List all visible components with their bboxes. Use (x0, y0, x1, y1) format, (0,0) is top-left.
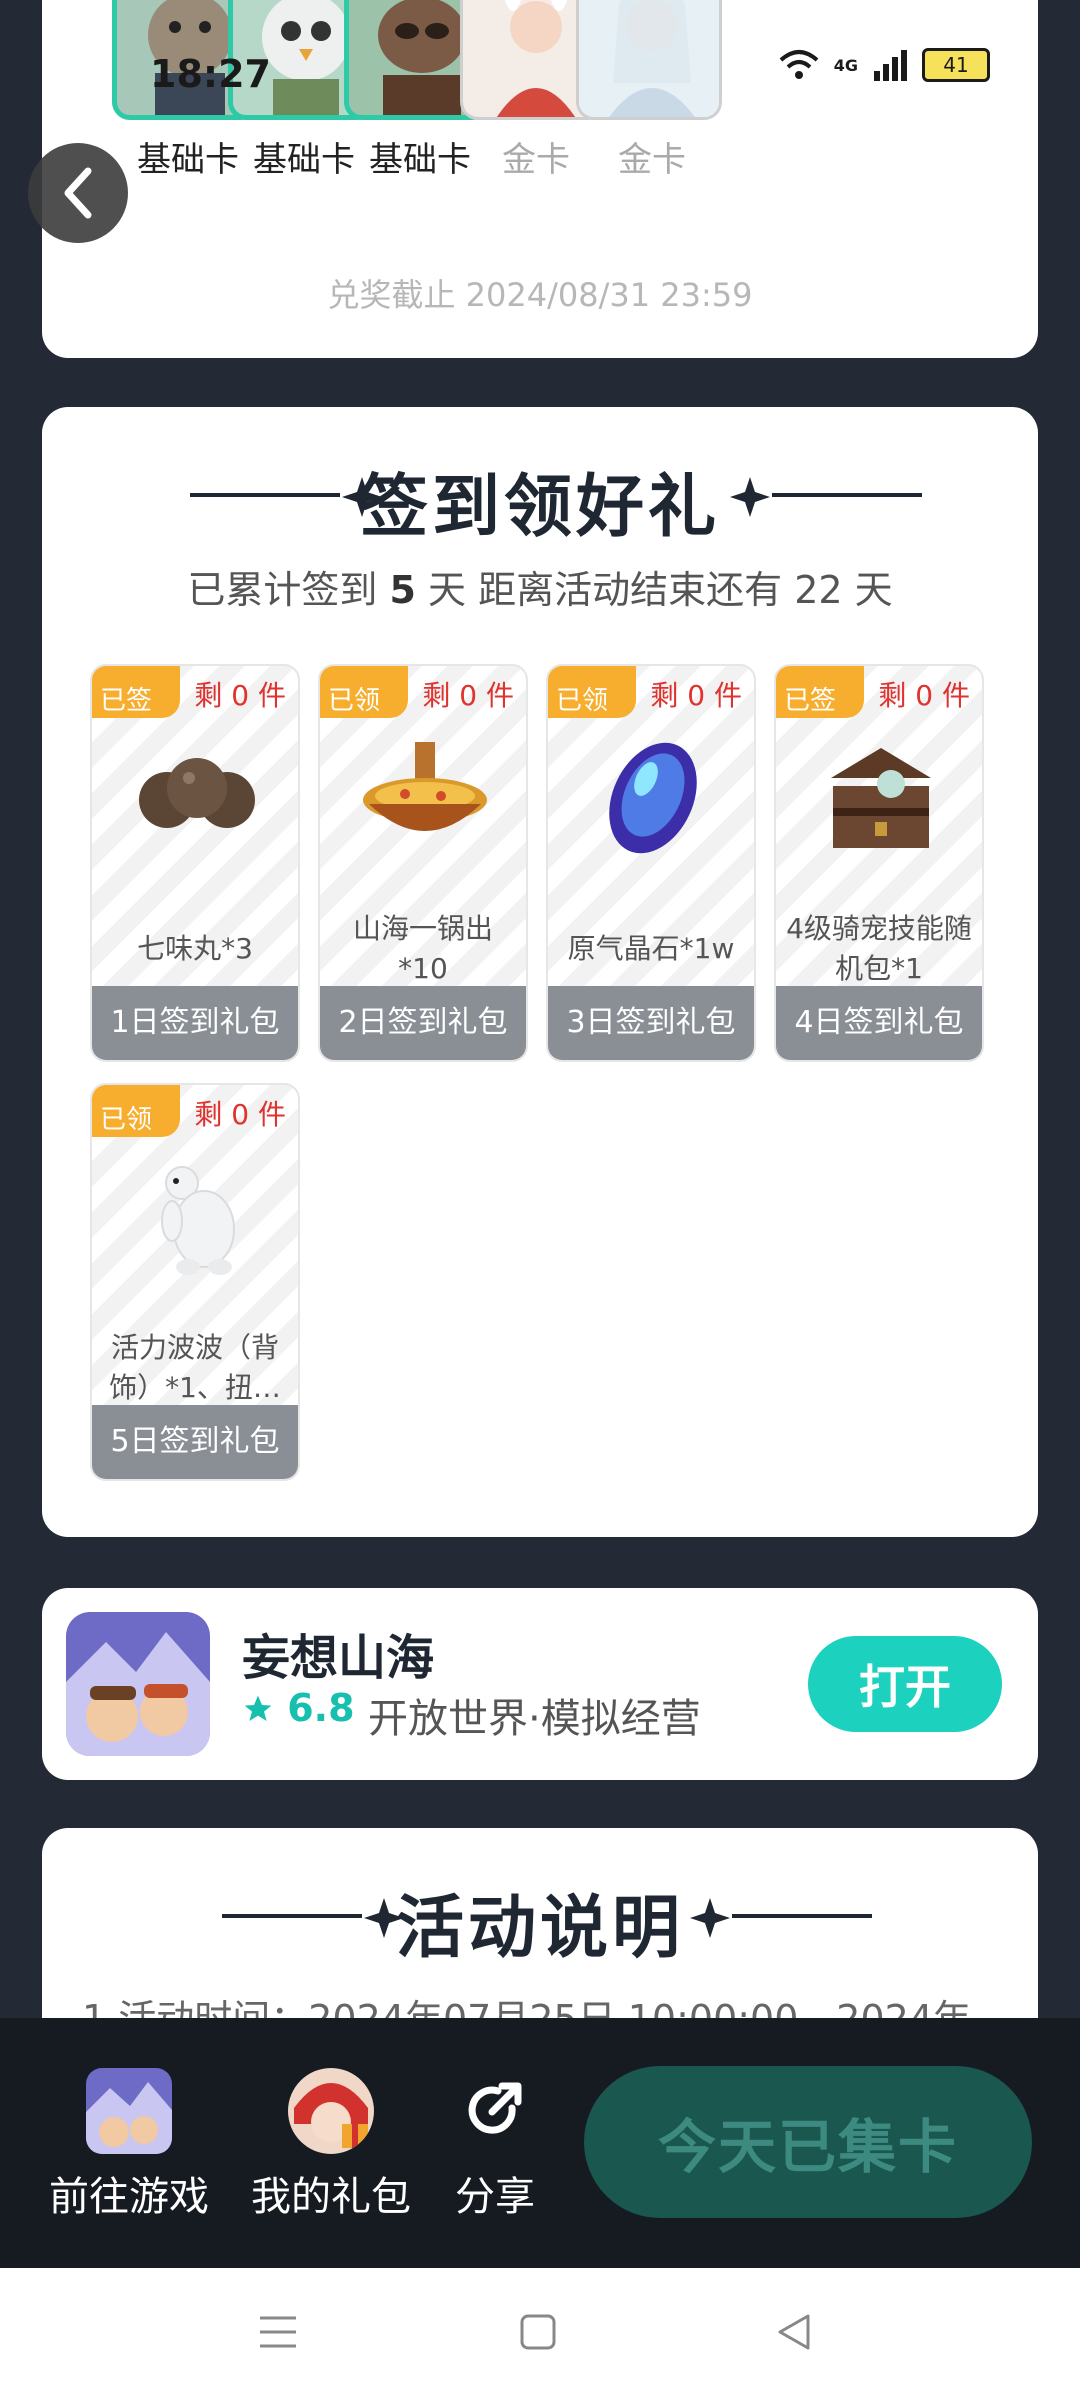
gift-name: 活力波波（背饰）*1、扭… (109, 1331, 281, 1404)
signin-days: 5 (389, 568, 416, 612)
menu-icon[interactable] (258, 2312, 298, 2352)
gift-name: 七味丸*3 (137, 932, 253, 965)
star-icon (244, 1695, 272, 1721)
gift-card-day5[interactable]: 已领 剩 0 件 活力波波（背饰）*1、扭… 5日签到礼包 (90, 1083, 300, 1481)
pill-balls-image (92, 728, 298, 868)
gift-name: 山海一锅出*10 (352, 912, 493, 985)
game-icon (86, 2068, 172, 2154)
sparkle-icon (730, 477, 770, 517)
chevron-left-icon (64, 167, 92, 219)
gift-status-tag: 已领 (92, 1085, 180, 1137)
battery-icon: 41 (922, 48, 990, 82)
go-to-game-label: 前往游戏 (49, 2174, 209, 2220)
section-title-signin: 签到领好礼 (359, 468, 720, 547)
game-tags: 开放世界·模拟经营 (368, 1696, 701, 1742)
gift-name: 4级骑宠技能随机包*1 (786, 912, 972, 985)
go-to-game-button[interactable]: 前往游戏 (44, 2068, 214, 2222)
my-gifts-button[interactable]: 我的礼包 (246, 2068, 416, 2222)
share-button[interactable]: 分享 (440, 2068, 550, 2222)
gift-card-day2[interactable]: 已领 剩 0 件 山海一锅出*10 2日签到礼包 (318, 664, 528, 1062)
game-app-icon[interactable] (66, 1612, 210, 1756)
treasure-chest-image (776, 728, 982, 868)
polar-bear-backpack-image (92, 1147, 298, 1287)
status-time: 18:27 (150, 52, 271, 96)
gift-remaining: 剩 0 件 (194, 679, 286, 712)
gift-status-tag: 已领 (320, 666, 408, 718)
collection-card-5[interactable]: 金卡 (576, 0, 728, 181)
gift-remaining: 剩 0 件 (878, 679, 970, 712)
signin-prefix: 已累计签到 (187, 568, 378, 612)
home-square-icon[interactable] (518, 2312, 558, 2352)
gift-status-tag: 已签 (92, 666, 180, 718)
gift-remaining: 剩 0 件 (422, 679, 514, 712)
signin-remaining: 天 距离活动结束还有 22 天 (428, 568, 893, 612)
gift-status-tag: 已领 (548, 666, 636, 718)
title-divider-right (732, 1914, 872, 1918)
game-rating: 6.8 (242, 1686, 355, 1730)
collect-today-button[interactable]: 今天已集卡 (584, 2066, 1032, 2218)
card-signin: 签到领好礼 已累计签到 5 天 距离活动结束还有 22 天 已签 剩 0 件 七… (42, 407, 1038, 1537)
wifi-icon (779, 50, 819, 79)
gift-day-label: 1日签到礼包 (92, 986, 298, 1060)
open-game-button[interactable]: 打开 (808, 1636, 1002, 1732)
gift-name: 原气晶石*1w (567, 932, 735, 965)
status-icons: 4G 41 (778, 48, 990, 82)
gift-avatar-icon (288, 2068, 374, 2154)
sparkle-icon (690, 1898, 730, 1938)
hotpot-image (320, 728, 526, 868)
game-rating-value: 6.8 (287, 1686, 355, 1730)
signal-icon (874, 50, 907, 81)
share-label: 分享 (455, 2174, 535, 2220)
collection-card-label: 金卡 (618, 140, 686, 180)
back-triangle-icon[interactable] (774, 2312, 814, 2352)
gift-day-label: 4日签到礼包 (776, 986, 982, 1060)
system-nav-bar (0, 2268, 1080, 2400)
deadline-text: 兑奖截止 2024/08/31 23:59 (327, 276, 753, 314)
title-divider-right (772, 493, 922, 497)
section-title-description: 活动说明 (395, 1889, 684, 1968)
crystal-stone-image (548, 728, 754, 868)
card-game[interactable]: 妄想山海 6.8 开放世界·模拟经营 打开 (42, 1588, 1038, 1780)
gift-card-day4[interactable]: 已签 剩 0 件 4级骑宠技能随机包*1 4日签到礼包 (774, 664, 984, 1062)
gift-status-tag: 已签 (776, 666, 864, 718)
gift-card-day3[interactable]: 已领 剩 0 件 原气晶石*1w 3日签到礼包 (546, 664, 756, 1062)
back-button[interactable] (28, 143, 128, 243)
bottom-action-bar: 前往游戏 我的礼包 分享 今天已集卡 (0, 2018, 1080, 2268)
gift-day-label: 5日签到礼包 (92, 1405, 298, 1479)
gift-card-day1[interactable]: 已签 剩 0 件 七味丸*3 1日签到礼包 (90, 664, 300, 1062)
gift-day-label: 2日签到礼包 (320, 986, 526, 1060)
share-icon (452, 2068, 538, 2154)
gift-day-label: 3日签到礼包 (548, 986, 754, 1060)
character-white-lady-image (576, 0, 722, 120)
signin-progress: 已累计签到 5 天 距离活动结束还有 22 天 (42, 559, 1038, 614)
gift-remaining: 剩 0 件 (194, 1098, 286, 1131)
game-title: 妄想山海 (242, 1630, 435, 1686)
network-type: 4G (833, 55, 858, 75)
gift-remaining: 剩 0 件 (650, 679, 742, 712)
my-gifts-label: 我的礼包 (251, 2174, 411, 2220)
